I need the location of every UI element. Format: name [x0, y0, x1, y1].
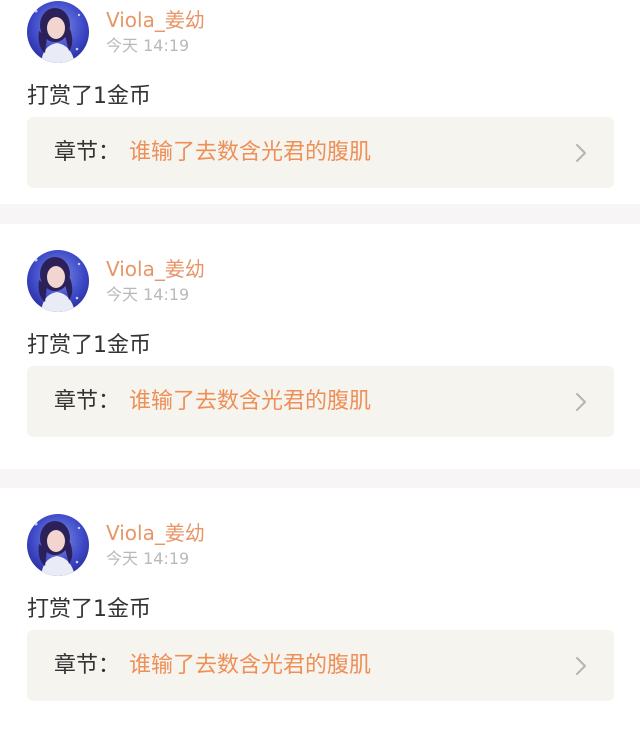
chapter-title: 谁输了去数含光君的腹肌 — [129, 389, 372, 414]
chapter-title: 谁输了去数含光君的腹肌 — [129, 653, 372, 678]
chapter-link-card[interactable]: 章节： 谁输了去数含光君的腹肌 — [27, 366, 614, 437]
chapter-link-card[interactable]: 章节： 谁输了去数含光君的腹肌 — [27, 117, 614, 188]
reward-text: 打赏了1金币 — [27, 84, 151, 109]
chevron-right-icon — [576, 657, 586, 675]
chapter-prefix-label: 章节： — [54, 140, 121, 165]
timestamp: 今天 14:19 — [106, 549, 190, 568]
timestamp: 今天 14:19 — [106, 285, 190, 304]
reward-text: 打赏了1金币 — [27, 333, 151, 358]
reward-item: Viola_姜幼 今天 14:19 打赏了1金币 章节： 谁输了去数含光君的腹肌 — [0, 224, 640, 469]
reward-feed: Viola_姜幼 今天 14:19 打赏了1金币 章节： 谁输了去数含光君的腹肌 — [0, 0, 640, 735]
timestamp: 今天 14:19 — [106, 36, 190, 55]
username[interactable]: Viola_姜幼 — [106, 521, 205, 545]
reward-item: Viola_姜幼 今天 14:19 打赏了1金币 章节： 谁输了去数含光君的腹肌 — [0, 488, 640, 735]
chevron-right-icon — [576, 393, 586, 411]
item-divider — [0, 469, 640, 488]
chapter-title: 谁输了去数含光君的腹肌 — [129, 140, 372, 165]
chevron-right-icon — [576, 144, 586, 162]
user-avatar[interactable] — [27, 250, 89, 312]
username[interactable]: Viola_姜幼 — [106, 8, 205, 32]
avatar-image — [27, 1, 89, 63]
user-avatar[interactable] — [27, 1, 89, 63]
avatar-image — [27, 514, 89, 576]
avatar-image — [27, 250, 89, 312]
reward-text: 打赏了1金币 — [27, 597, 151, 622]
chapter-link-card[interactable]: 章节： 谁输了去数含光君的腹肌 — [27, 630, 614, 701]
reward-item: Viola_姜幼 今天 14:19 打赏了1金币 章节： 谁输了去数含光君的腹肌 — [0, 0, 640, 204]
item-divider — [0, 204, 640, 224]
chapter-prefix-label: 章节： — [54, 653, 121, 678]
chapter-prefix-label: 章节： — [54, 389, 121, 414]
user-avatar[interactable] — [27, 514, 89, 576]
username[interactable]: Viola_姜幼 — [106, 257, 205, 281]
